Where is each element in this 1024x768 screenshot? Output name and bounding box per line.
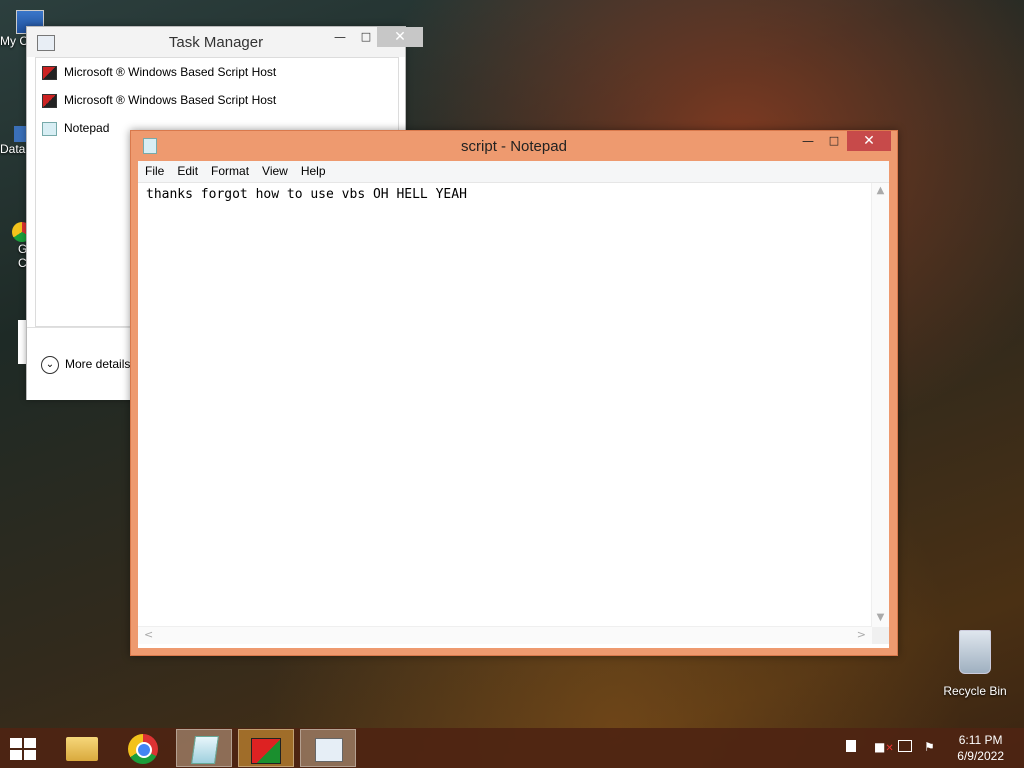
process-name: Microsoft ® Windows Based Script Host <box>64 93 277 107</box>
maximize-button[interactable]: □ <box>821 131 847 151</box>
start-button[interactable] <box>0 729 48 767</box>
taskbar-chrome[interactable] <box>116 729 172 767</box>
resize-grip[interactable] <box>872 627 889 644</box>
notepad-window[interactable]: script - Notepad — □ ✕ File Edit Format Vie… <box>130 130 898 656</box>
list-item[interactable]: Microsoft ® Windows Based Script Host <box>36 58 398 86</box>
desktop-icon-label: Recycle Bin <box>943 684 1007 698</box>
script-host-icon <box>42 66 57 80</box>
process-name: Notepad <box>64 121 110 135</box>
recycle-bin-icon <box>959 630 991 674</box>
vertical-scrollbar[interactable]: ▲ ▼ <box>871 183 889 627</box>
scroll-up-icon[interactable]: ▲ <box>872 185 889 196</box>
close-button[interactable]: ✕ <box>847 131 891 151</box>
menu-file[interactable]: File <box>138 161 170 178</box>
menu-bar: File Edit Format View Help <box>138 161 889 183</box>
action-center-icon[interactable] <box>846 740 856 752</box>
chevron-down-icon: ⌄ <box>41 356 59 374</box>
script-host-icon <box>251 738 281 764</box>
taskbar-task-manager[interactable] <box>300 729 356 767</box>
volume-muted-icon[interactable]: ■✕ <box>874 740 894 754</box>
taskbar-notepad[interactable] <box>176 729 232 767</box>
menu-view[interactable]: View <box>255 161 294 178</box>
clock-time: 6:11 PM <box>958 733 1003 747</box>
menu-edit[interactable]: Edit <box>170 161 204 178</box>
title-bar[interactable]: script - Notepad — □ ✕ <box>131 131 897 159</box>
flag-icon[interactable]: ⚑ <box>924 740 938 754</box>
desktop-icon-recycle-bin[interactable]: Recycle Bin <box>940 630 1010 698</box>
clock-date: 6/9/2022 <box>957 749 1004 763</box>
menu-format[interactable]: Format <box>204 161 255 178</box>
maximize-button[interactable]: □ <box>353 27 379 47</box>
title-bar[interactable]: Task Manager — □ ✕ <box>27 27 423 57</box>
folder-icon <box>66 737 98 761</box>
chrome-center-icon <box>136 742 152 758</box>
taskbar: ■✕ ⚑ 6:11 PM 6/9/2022 <box>0 728 1024 768</box>
window-title: script - Notepad <box>461 138 567 155</box>
process-name: Microsoft ® Windows Based Script Host <box>64 65 277 79</box>
task-manager-icon <box>315 738 343 762</box>
taskbar-clock[interactable]: 6:11 PM 6/9/2022 <box>957 732 1004 764</box>
more-details-button[interactable]: ⌄ More details <box>41 356 130 374</box>
minimize-button[interactable]: — <box>795 131 821 151</box>
windows-logo-icon <box>10 738 38 760</box>
notepad-icon <box>42 122 57 136</box>
notepad-icon <box>191 736 219 764</box>
horizontal-scrollbar[interactable]: < > <box>138 626 872 644</box>
menu-help[interactable]: Help <box>294 161 332 178</box>
taskbar-script-host[interactable] <box>238 729 294 767</box>
minimize-button[interactable]: — <box>327 27 353 47</box>
scroll-left-icon[interactable]: < <box>144 628 153 641</box>
script-host-icon <box>42 94 57 108</box>
more-details-label: More details <box>65 357 131 372</box>
taskbar-file-explorer[interactable] <box>54 729 110 767</box>
scroll-down-icon[interactable]: ▼ <box>872 612 889 623</box>
notepad-client: File Edit Format View Help thanks forgot how… <box>138 161 889 648</box>
text-editor[interactable]: thanks forgot how to use vbs OH HELL YEA… <box>138 183 872 627</box>
list-item[interactable]: Microsoft ® Windows Based Script Host <box>36 86 398 114</box>
network-icon[interactable] <box>898 740 912 752</box>
close-button[interactable]: ✕ <box>377 27 423 47</box>
scroll-right-icon[interactable]: > <box>857 628 866 641</box>
